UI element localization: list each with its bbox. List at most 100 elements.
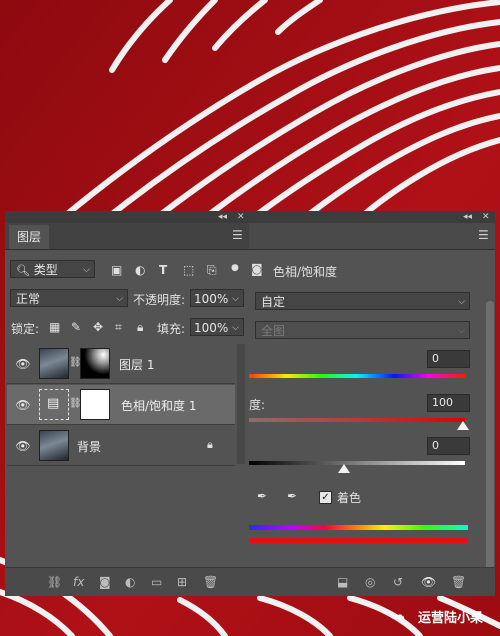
- layer-thumbnail: [39, 430, 69, 461]
- layer-row[interactable]: 👁︎ 背景 🔒︎: [7, 426, 235, 466]
- eyedropper-add-icon[interactable]: ✒: [287, 489, 297, 503]
- add-mask-icon[interactable]: ◙: [99, 575, 111, 589]
- saturation-label: 度:: [249, 398, 266, 412]
- chevron-down-icon: ⌵: [458, 326, 465, 336]
- adjustment-layer-thumbnail: ▤: [39, 389, 69, 420]
- type-filter-icon[interactable]: T: [159, 263, 167, 277]
- close-icon[interactable]: ✕: [482, 211, 490, 223]
- layers-panel-top-bar: ◂◂ ✕: [5, 211, 249, 223]
- collapse-icon[interactable]: ◂◂: [218, 211, 227, 223]
- visibility-eye-icon[interactable]: 👁︎: [15, 356, 31, 372]
- wechat-logo-icon: ☁: [392, 608, 405, 623]
- saturation-value-field[interactable]: 100: [427, 394, 470, 412]
- hue-slider[interactable]: [249, 374, 465, 378]
- properties-tab-bar: ☰: [249, 223, 495, 250]
- filter-kind-label: 类型: [33, 263, 58, 277]
- layer-thumbnail: [39, 348, 69, 379]
- lock-all-icon[interactable]: 🔒︎: [137, 320, 143, 334]
- panel-menu-icon[interactable]: ☰: [478, 228, 490, 242]
- hue-value-field[interactable]: 0: [427, 350, 470, 368]
- link-layers-icon[interactable]: ⛓: [47, 575, 62, 589]
- lightness-value: 0: [432, 439, 439, 452]
- chevron-down-icon: ⌵: [83, 265, 90, 275]
- new-adjustment-layer-icon[interactable]: ◐: [125, 575, 135, 589]
- collapse-icon[interactable]: ◂◂: [463, 211, 472, 223]
- layer-name[interactable]: 背景: [77, 438, 101, 455]
- properties-panel: ◂◂ ✕ ☰ ◙ 色相/饱和度 自定 ⌵ 全图 ⌵ 0 度: 100 0 ✒ ✒…: [249, 211, 495, 596]
- lightness-slider-thumb[interactable]: [338, 464, 350, 473]
- fill-field[interactable]: 100% ⌵: [190, 318, 244, 336]
- filter-toggle-icon[interactable]: ●: [231, 261, 239, 275]
- lock-icon[interactable]: 🔒︎: [207, 438, 213, 452]
- view-previous-state-icon[interactable]: ◎: [365, 575, 375, 589]
- lightness-slider[interactable]: [249, 461, 465, 465]
- properties-scrollbar[interactable]: [486, 301, 494, 571]
- lock-transparent-pixels-icon[interactable]: ▦: [49, 320, 60, 334]
- layer-row[interactable]: 👁︎ ⛓ 图层 1: [7, 344, 235, 384]
- panel-menu-icon[interactable]: ☰: [232, 228, 244, 242]
- visibility-eye-icon[interactable]: 👁︎: [15, 397, 31, 413]
- watermark: ☁ 运营陆小果: [392, 606, 498, 626]
- image-filter-icon[interactable]: ▣: [111, 263, 122, 277]
- blend-mode-value: 正常: [16, 292, 41, 306]
- channel-value: 全图: [261, 324, 286, 338]
- hue-value: 0: [432, 352, 439, 365]
- saturation-slider[interactable]: [249, 418, 465, 422]
- properties-panel-top-bar: ◂◂ ✕: [249, 211, 495, 223]
- layer-mask-thumbnail[interactable]: [80, 348, 110, 379]
- lock-artboard-icon[interactable]: ⌗: [115, 320, 122, 334]
- blend-mode-dropdown[interactable]: 正常 ⌵: [10, 289, 128, 307]
- color-range-bar-bottom: [249, 538, 468, 543]
- preset-dropdown[interactable]: 自定 ⌵: [255, 292, 470, 310]
- layer-name[interactable]: 图层 1: [119, 356, 154, 373]
- toggle-visibility-eye-icon[interactable]: 👁︎: [421, 575, 436, 589]
- layer-mask-thumbnail[interactable]: [80, 389, 110, 420]
- lock-position-icon[interactable]: ✥: [93, 320, 103, 334]
- channel-dropdown[interactable]: 全图 ⌵: [255, 321, 470, 339]
- shape-filter-icon[interactable]: ⬚: [183, 263, 194, 277]
- new-layer-icon[interactable]: ⊞: [177, 575, 187, 589]
- chevron-down-icon: ⌵: [116, 294, 123, 304]
- tab-layers[interactable]: 图层: [9, 225, 50, 249]
- delete-icon[interactable]: 🗑︎: [451, 575, 466, 589]
- eyedropper-icon[interactable]: ✒: [257, 489, 267, 503]
- chevron-down-icon: ⌵: [232, 323, 239, 333]
- preset-value: 自定: [261, 295, 286, 309]
- fill-value: 100%: [194, 321, 229, 335]
- smart-object-filter-icon[interactable]: ⎘: [207, 263, 217, 277]
- adjustment-filter-icon[interactable]: ◐: [135, 263, 145, 277]
- lock-label: 锁定:: [11, 322, 40, 336]
- fill-label: 填充:: [157, 322, 186, 336]
- color-range-bar-top: [249, 525, 468, 530]
- new-group-icon[interactable]: ▭: [151, 575, 162, 589]
- lock-image-pixels-icon[interactable]: ✎: [71, 320, 81, 334]
- layer-filter-dropdown[interactable]: 🔍︎ 类型 ⌵: [10, 260, 95, 278]
- visibility-eye-icon[interactable]: 👁︎: [15, 438, 31, 454]
- properties-title: 色相/饱和度: [273, 265, 338, 279]
- opacity-label: 不透明度:: [133, 293, 186, 307]
- adjustment-layer-icon: ◙: [251, 262, 263, 276]
- clip-to-layer-icon[interactable]: ⬓: [337, 575, 348, 589]
- search-icon: 🔍︎: [16, 264, 30, 277]
- watermark-text: 运营陆小果: [418, 611, 484, 626]
- saturation-value: 100: [432, 396, 453, 409]
- layer-name[interactable]: 色相/饱和度 1: [121, 397, 197, 414]
- colorize-label: 着色: [337, 491, 362, 505]
- chevron-down-icon: ⌵: [458, 297, 465, 307]
- colorize-checkbox[interactable]: ✓: [319, 491, 332, 504]
- layer-style-fx-icon[interactable]: fx: [73, 575, 84, 589]
- reset-icon[interactable]: ↺: [393, 575, 403, 589]
- saturation-slider-thumb[interactable]: [457, 421, 469, 430]
- opacity-field[interactable]: 100% ⌵: [190, 289, 244, 307]
- close-icon[interactable]: ✕: [237, 211, 245, 223]
- lightness-value-field[interactable]: 0: [427, 437, 470, 455]
- properties-bottom-toolbar: ⬓ ◎ ↺ 👁︎ 🗑︎: [249, 567, 495, 596]
- layer-row-selected[interactable]: 👁︎ ▤ ⛓ 色相/饱和度 1: [7, 385, 235, 425]
- delete-layer-icon[interactable]: 🗑︎: [203, 575, 218, 589]
- layers-scrollbar[interactable]: [237, 344, 245, 464]
- hue-saturation-adjustment-icon: ▤: [47, 396, 60, 411]
- chevron-down-icon: ⌵: [232, 294, 239, 304]
- layers-tab-bar: 图层 ☰: [5, 223, 249, 250]
- opacity-value: 100%: [194, 292, 229, 306]
- layers-bottom-toolbar: ⛓ fx ◙ ◐ ▭ ⊞ 🗑︎: [5, 567, 249, 596]
